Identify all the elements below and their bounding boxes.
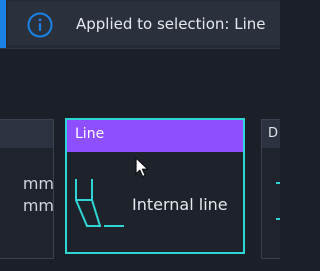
right-card-title: D — [268, 126, 279, 141]
line-card-header: Line — [67, 120, 243, 152]
right-settings-card[interactable]: D — [261, 119, 280, 259]
page-canvas: Applied to selection: Line mm mm Line In… — [0, 0, 280, 271]
notification-text: Applied to selection: Line — [76, 15, 266, 33]
left-settings-card-header — [0, 120, 53, 148]
left-card-value-2: mm — [22, 196, 54, 215]
line-icon — [276, 182, 280, 220]
left-settings-card[interactable]: mm mm — [0, 119, 54, 259]
tool-icon — [75, 179, 124, 228]
notification-box: Applied to selection: Line — [8, 2, 280, 45]
mouse-pointer-icon — [135, 157, 149, 178]
line-card-label: Internal line — [132, 195, 228, 214]
notification-accent — [0, 0, 6, 48]
info-icon — [27, 12, 53, 38]
notification-bar: Applied to selection: Line — [0, 0, 280, 49]
line-settings-card[interactable]: Line Internal line — [65, 118, 245, 254]
right-settings-card-header: D — [262, 120, 280, 148]
line-card-title: Line — [75, 126, 105, 142]
left-card-value-1: mm — [22, 174, 54, 193]
